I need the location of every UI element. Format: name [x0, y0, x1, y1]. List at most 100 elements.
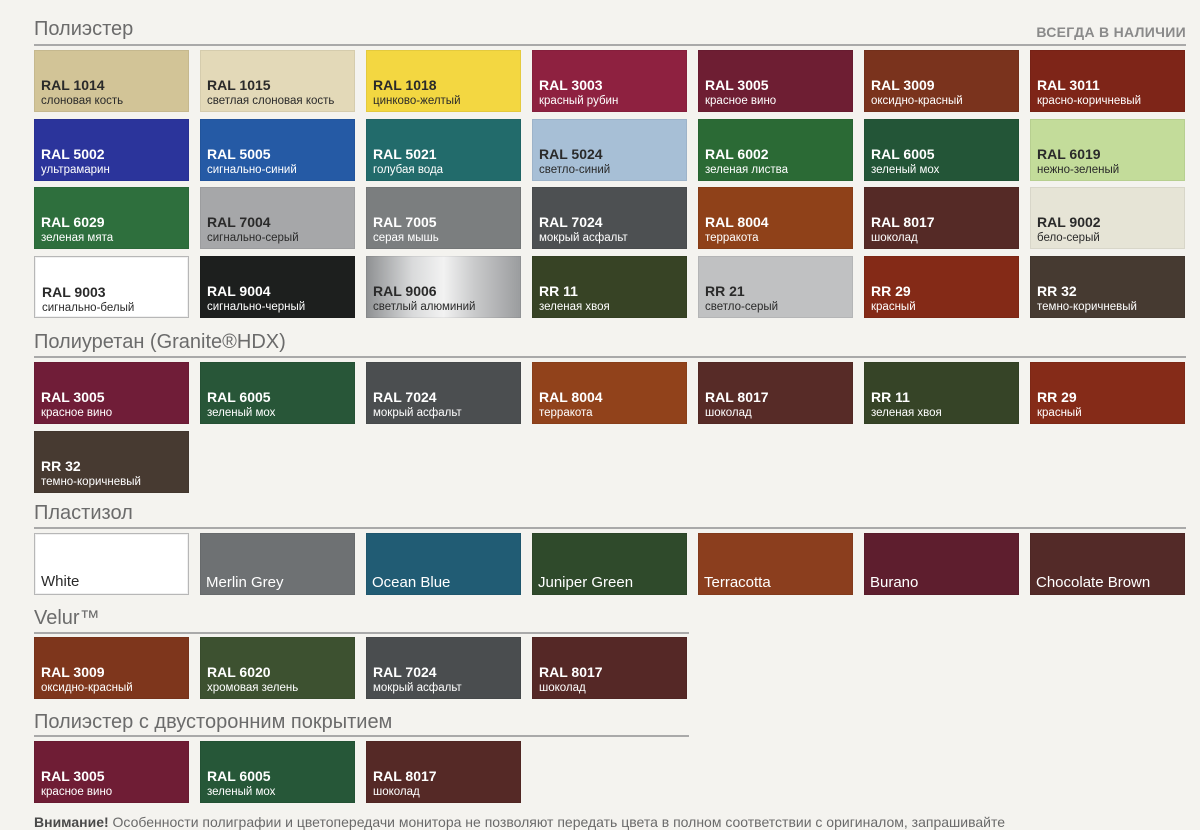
color-swatch[interactable]: White — [34, 533, 189, 595]
color-swatch[interactable]: RAL 6020 хромовая зелень — [200, 637, 355, 699]
color-swatch[interactable]: RAL 7024 мокрый асфальт — [366, 362, 521, 424]
swatch-name: мокрый асфальт — [539, 232, 628, 244]
swatch-code: RAL 1014 — [41, 77, 105, 93]
swatch-code: RR 29 — [871, 282, 911, 299]
swatch-label: Juniper Green — [538, 574, 634, 591]
swatch-code: RAL 7004 — [207, 214, 271, 230]
color-swatch[interactable]: RAL 6005 зеленый мох — [864, 118, 1019, 181]
swatch-name: цинково-желтый — [373, 95, 461, 107]
color-swatch[interactable]: RAL 1014 слоновая кость — [34, 50, 189, 112]
swatch-name: зеленый мох — [207, 407, 276, 419]
color-swatch[interactable]: RAL 3005 красное вино — [698, 50, 853, 112]
section-title: Полиэстер с двусторонним покрытием — [34, 711, 393, 733]
swatch-code: RAL 1015 — [207, 77, 271, 93]
swatch-code: RR 29 — [1037, 389, 1077, 405]
swatch-name: зеленый мох — [871, 163, 940, 176]
section-divider — [34, 632, 689, 634]
swatch-name: сигнально-серый — [207, 232, 299, 244]
color-swatch[interactable]: RAL 5024 светло-синий — [532, 118, 687, 181]
swatch-name: шоколад — [539, 682, 586, 694]
color-swatch[interactable]: RR 29 красный — [864, 255, 1019, 318]
color-swatch[interactable]: RAL 8017 шоколад — [532, 637, 687, 699]
color-swatch[interactable]: RAL 8017 шоколад — [698, 362, 853, 424]
swatch-code: RAL 8017 — [373, 768, 437, 784]
color-swatch[interactable]: RAL 6029 зеленая мята — [34, 187, 189, 249]
color-swatch[interactable]: RAL 3005 красное вино — [34, 362, 189, 424]
section-title: Полиэстер — [34, 18, 134, 40]
swatch-name: темно-коричневый — [1037, 300, 1137, 313]
section-title: Полиуретан (Granite®HDX) — [34, 331, 286, 353]
section-title: Velur™ — [34, 607, 100, 629]
swatch-name: шоколад — [705, 407, 752, 419]
color-swatch[interactable]: RR 32 темно-коричневый — [34, 430, 189, 493]
swatch-code: RAL 7024 — [539, 214, 603, 230]
swatch-code: RAL 5002 — [41, 145, 105, 162]
swatch-code: RAL 3009 — [41, 664, 105, 680]
color-swatch[interactable]: RR 11 зеленая хвоя — [864, 362, 1019, 424]
color-swatch[interactable]: Juniper Green — [532, 533, 687, 595]
color-swatch[interactable]: Chocolate Brown — [1030, 533, 1185, 595]
color-swatch[interactable]: RAL 3009 оксидно-красный — [34, 637, 189, 699]
color-swatch[interactable]: RAL 8017 шоколад — [864, 187, 1019, 249]
color-swatch[interactable]: RAL 1015 светлая слоновая кость — [200, 50, 355, 112]
swatch-name: светло-серый — [705, 300, 779, 313]
swatch-code: RAL 6005 — [871, 145, 935, 162]
color-swatch[interactable]: Terracotta — [698, 533, 853, 595]
color-swatch[interactable]: RR 32 темно-коричневый — [1030, 255, 1185, 318]
swatch-code: RAL 6002 — [705, 145, 769, 162]
swatch-name: темно-коричневый — [41, 475, 141, 488]
swatch-name: красный — [1037, 407, 1082, 419]
color-swatch[interactable]: RAL 7024 мокрый асфальт — [366, 637, 521, 699]
swatch-code: RAL 5024 — [539, 145, 603, 162]
color-swatch[interactable]: RAL 5002 ультрамарин — [34, 118, 189, 181]
color-swatch[interactable]: Ocean Blue — [366, 533, 521, 595]
color-swatch[interactable]: RAL 3009 оксидно-красный — [864, 50, 1019, 112]
color-swatch[interactable]: RAL 6002 зеленая листва — [698, 118, 853, 181]
color-swatch[interactable]: RR 21 светло-серый — [698, 255, 853, 318]
color-swatch[interactable]: RAL 6019 нежно-зеленый — [1030, 118, 1185, 181]
swatch-name: серая мышь — [373, 232, 439, 244]
swatch-name: сигнально-белый — [42, 301, 135, 314]
swatch-name: сигнально-черный — [207, 300, 306, 313]
color-swatch[interactable]: RAL 6005 зеленый мох — [200, 741, 355, 803]
swatch-code: RAL 9006 — [373, 282, 437, 299]
color-swatch[interactable]: RAL 8017 шоколад — [366, 741, 521, 803]
color-swatch[interactable]: RAL 8004 терракота — [698, 187, 853, 249]
swatch-code: RAL 1018 — [373, 77, 437, 93]
color-swatch[interactable]: RAL 9004 сигнально-черный — [200, 255, 355, 318]
swatch-name: зеленый мох — [207, 786, 276, 798]
section-divider — [34, 356, 1186, 358]
color-swatch[interactable]: RAL 7005 серая мышь — [366, 187, 521, 249]
color-swatch[interactable]: RAL 9003 сигнально-белый — [34, 255, 189, 318]
swatch-code: RR 32 — [1037, 282, 1077, 299]
color-swatch[interactable]: RAL 3011 красно-коричневый — [1030, 50, 1185, 112]
swatch-name: бело-серый — [1037, 232, 1100, 244]
swatch-name: ультрамарин — [41, 163, 110, 176]
color-swatch[interactable]: Burano — [864, 533, 1019, 595]
swatch-name: красно-коричневый — [1037, 95, 1142, 107]
swatch-code: RAL 3005 — [41, 768, 105, 784]
color-swatch[interactable]: RAL 9006 светлый алюминий — [366, 255, 521, 318]
color-swatch[interactable]: RR 29 красный — [1030, 362, 1185, 424]
swatch-code: RAL 3005 — [705, 77, 769, 93]
footer-warning-label: Внимание! — [34, 814, 109, 830]
color-swatch[interactable]: RAL 7004 сигнально-серый — [200, 187, 355, 249]
swatch-name: красное вино — [41, 407, 113, 419]
swatch-code: RAL 6019 — [1037, 145, 1101, 162]
swatch-code: RAL 8017 — [539, 664, 603, 680]
swatch-name: терракота — [705, 232, 759, 244]
color-swatch[interactable]: RAL 5021 голубая вода — [366, 118, 521, 181]
color-swatch[interactable]: RAL 6005 зеленый мох — [200, 362, 355, 424]
swatch-label: Merlin Grey — [206, 574, 284, 591]
color-swatch[interactable]: RAL 3005 красное вино — [34, 741, 189, 803]
color-swatch[interactable]: RAL 8004 терракота — [532, 362, 687, 424]
color-swatch[interactable]: RAL 1018 цинково-желтый — [366, 50, 521, 112]
swatch-name: оксидно-красный — [41, 682, 133, 694]
color-swatch[interactable]: RAL 5005 сигнально-синий — [200, 118, 355, 181]
color-swatch[interactable]: RAL 9002 бело-серый — [1030, 187, 1185, 249]
color-swatch[interactable]: Merlin Grey — [200, 533, 355, 595]
color-swatch[interactable]: RR 11 зеленая хвоя — [532, 255, 687, 318]
color-swatch[interactable]: RAL 3003 красный рубин — [532, 50, 687, 112]
swatch-code: RAL 8017 — [871, 214, 935, 230]
color-swatch[interactable]: RAL 7024 мокрый асфальт — [532, 187, 687, 249]
